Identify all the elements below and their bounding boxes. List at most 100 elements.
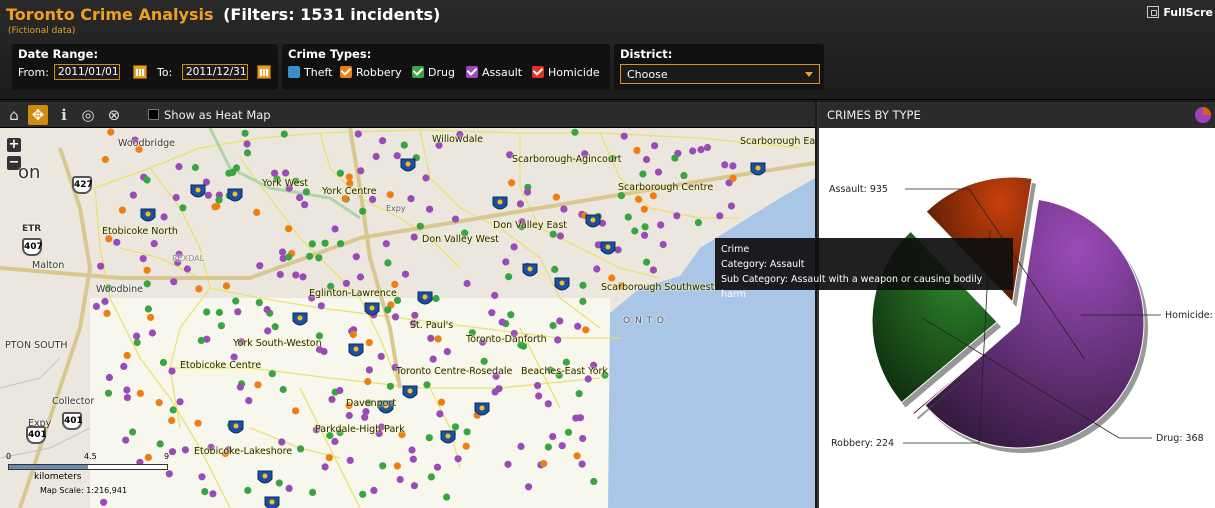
- crime-point[interactable]: [649, 266, 658, 274]
- crime-point[interactable]: [608, 274, 616, 282]
- crime-point[interactable]: [534, 382, 542, 390]
- crime-point[interactable]: [631, 227, 639, 235]
- crime-point[interactable]: [133, 332, 141, 340]
- crime-point[interactable]: [549, 230, 557, 238]
- crime-point[interactable]: [357, 167, 365, 175]
- crime-type-homicide[interactable]: Homicide: [532, 66, 600, 79]
- crime-point[interactable]: [516, 200, 525, 208]
- crime-point[interactable]: [345, 411, 353, 420]
- crime-point[interactable]: [427, 473, 435, 481]
- crime-point[interactable]: [241, 129, 249, 137]
- crime-point[interactable]: [393, 152, 401, 160]
- crime-point[interactable]: [285, 484, 293, 492]
- crime-point[interactable]: [279, 385, 287, 394]
- crime-point[interactable]: [377, 352, 385, 360]
- crime-point[interactable]: [620, 132, 628, 140]
- zoom-in-button[interactable]: +: [7, 138, 21, 152]
- crime-point[interactable]: [400, 141, 408, 149]
- crime-point[interactable]: [673, 212, 681, 220]
- crime-point[interactable]: [349, 330, 357, 339]
- crime-point[interactable]: [308, 240, 316, 248]
- crime-point[interactable]: [143, 266, 151, 274]
- crime-point[interactable]: [217, 322, 225, 330]
- pan-icon[interactable]: ✥: [28, 105, 48, 125]
- crime-point[interactable]: [408, 446, 416, 454]
- crime-point[interactable]: [410, 482, 418, 490]
- crime-point[interactable]: [689, 147, 697, 155]
- crime-point[interactable]: [425, 434, 433, 442]
- crime-point[interactable]: [133, 338, 141, 347]
- crime-point[interactable]: [365, 339, 373, 347]
- crime-point[interactable]: [552, 193, 561, 201]
- crime-point[interactable]: [422, 174, 430, 182]
- heatmap-checkbox[interactable]: [148, 109, 159, 120]
- crime-point[interactable]: [423, 381, 431, 389]
- crime-point[interactable]: [255, 299, 263, 307]
- crime-point[interactable]: [336, 169, 344, 177]
- crime-point[interactable]: [386, 382, 394, 390]
- crime-point[interactable]: [169, 406, 177, 414]
- crime-point[interactable]: [113, 238, 121, 246]
- crime-point[interactable]: [325, 454, 333, 462]
- crime-point[interactable]: [236, 383, 244, 391]
- crime-point[interactable]: [437, 398, 446, 406]
- crime-point[interactable]: [160, 213, 168, 221]
- crime-point[interactable]: [549, 433, 557, 441]
- crime-point[interactable]: [498, 318, 506, 326]
- crime-point[interactable]: [544, 400, 552, 408]
- crime-point[interactable]: [232, 297, 240, 305]
- crime-point[interactable]: [639, 170, 647, 178]
- crime-point[interactable]: [582, 326, 590, 334]
- robbery-checkbox[interactable]: [340, 66, 352, 78]
- crime-point[interactable]: [201, 488, 209, 496]
- crime-point[interactable]: [155, 399, 163, 407]
- crime-point[interactable]: [671, 154, 679, 162]
- crime-point[interactable]: [243, 140, 251, 148]
- crime-point[interactable]: [558, 442, 566, 450]
- crime-point[interactable]: [426, 205, 434, 213]
- crime-point[interactable]: [136, 389, 144, 397]
- measure-icon[interactable]: ⊗: [104, 105, 124, 125]
- crime-point[interactable]: [92, 302, 100, 310]
- crime-point[interactable]: [564, 428, 573, 436]
- crime-point[interactable]: [624, 213, 632, 221]
- crime-point[interactable]: [680, 172, 688, 180]
- crime-point[interactable]: [551, 265, 559, 273]
- crime-point[interactable]: [488, 309, 496, 317]
- crime-point[interactable]: [175, 163, 183, 171]
- crime-point[interactable]: [370, 486, 378, 494]
- crime-point[interactable]: [633, 146, 641, 154]
- crime-point[interactable]: [429, 355, 437, 363]
- crime-point[interactable]: [510, 243, 518, 251]
- crime-point[interactable]: [299, 273, 307, 281]
- crime-point[interactable]: [379, 462, 387, 470]
- crime-point[interactable]: [254, 381, 262, 389]
- crime-point[interactable]: [143, 176, 151, 184]
- crime-point[interactable]: [434, 335, 442, 343]
- crime-point[interactable]: [525, 483, 533, 491]
- crime-point[interactable]: [505, 273, 513, 281]
- crime-point[interactable]: [540, 460, 548, 468]
- crime-point[interactable]: [118, 206, 126, 214]
- crime-point[interactable]: [225, 169, 233, 177]
- map-canvas[interactable]: + − Woodbridge on ETR Malton Woodbine PT…: [0, 128, 815, 508]
- crime-point[interactable]: [213, 202, 221, 210]
- crime-point[interactable]: [649, 192, 658, 200]
- crime-point[interactable]: [697, 146, 705, 154]
- crime-point[interactable]: [103, 309, 111, 317]
- crime-point[interactable]: [107, 128, 115, 136]
- crime-point[interactable]: [703, 143, 712, 152]
- crime-point[interactable]: [560, 205, 568, 213]
- crime-point[interactable]: [554, 336, 562, 344]
- crime-point[interactable]: [549, 322, 557, 330]
- heatmap-toggle[interactable]: Show as Heat Map: [148, 108, 271, 122]
- crime-point[interactable]: [159, 358, 167, 367]
- crime-type-theft[interactable]: Theft: [288, 66, 332, 79]
- crime-point[interactable]: [556, 232, 565, 240]
- crime-point[interactable]: [215, 308, 223, 317]
- crime-point[interactable]: [729, 162, 737, 170]
- crime-point[interactable]: [176, 398, 184, 406]
- crime-point[interactable]: [635, 195, 643, 203]
- crime-point[interactable]: [331, 225, 339, 233]
- crime-type-assault[interactable]: Assault: [466, 66, 522, 79]
